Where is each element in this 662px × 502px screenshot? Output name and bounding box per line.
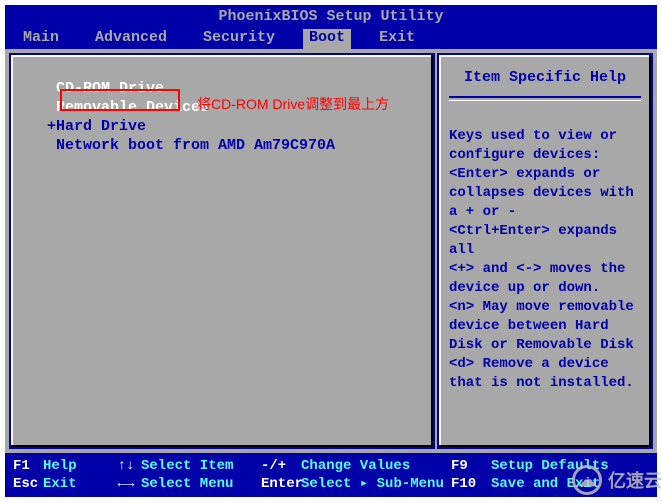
key-enter: Enter bbox=[261, 475, 301, 493]
menu-security[interactable]: Security bbox=[195, 29, 283, 49]
help-divider bbox=[449, 100, 641, 101]
key-f1: F1 bbox=[7, 457, 43, 475]
label-select-menu: Select Menu bbox=[141, 475, 261, 493]
title-text: PhoenixBIOS Setup Utility bbox=[218, 8, 443, 25]
menu-boot[interactable]: Boot bbox=[303, 29, 351, 49]
key-plusminus: -/+ bbox=[261, 457, 301, 475]
help-panel: Item Specific Help Keys used to view or … bbox=[437, 53, 653, 449]
menu-advanced[interactable]: Advanced bbox=[87, 29, 175, 49]
menu-exit[interactable]: Exit bbox=[371, 29, 423, 49]
key-f10: F10 bbox=[451, 475, 491, 493]
label-change-values: Change Values bbox=[301, 457, 451, 475]
label-help: Help bbox=[43, 457, 111, 475]
menu-bar[interactable]: Main Advanced Security Boot Exit bbox=[5, 29, 657, 49]
watermark-text: 亿速云 bbox=[608, 467, 662, 493]
footer-row-2: Esc Exit ←→ Select Menu Enter Select ▸ S… bbox=[7, 475, 655, 493]
key-esc: Esc bbox=[7, 475, 43, 493]
key-leftright: ←→ bbox=[111, 475, 141, 493]
title-bar: PhoenixBIOS Setup Utility bbox=[5, 5, 657, 29]
label-select-item: Select Item bbox=[141, 457, 261, 475]
label-select-submenu: Select ▸ Sub-Menu bbox=[301, 475, 451, 493]
menu-main[interactable]: Main bbox=[15, 29, 67, 49]
boot-item-network[interactable]: Network boot from AMD Am79C970A bbox=[47, 136, 423, 155]
watermark: ☁ 亿速云 bbox=[572, 465, 662, 495]
footer-row-1: F1 Help ↑↓ Select Item -/+ Change Values… bbox=[7, 457, 655, 475]
help-text: Keys used to view or configure devices: … bbox=[449, 127, 641, 393]
key-f9: F9 bbox=[451, 457, 491, 475]
watermark-icon: ☁ bbox=[572, 465, 602, 495]
bios-screen: PhoenixBIOS Setup Utility Main Advanced … bbox=[5, 5, 657, 497]
key-updown: ↑↓ bbox=[111, 457, 141, 475]
boot-item-harddrive[interactable]: +Hard Drive bbox=[47, 117, 423, 136]
footer-bar: F1 Help ↑↓ Select Item -/+ Change Values… bbox=[5, 453, 657, 497]
label-exit: Exit bbox=[43, 475, 111, 493]
annotation-text: 将CD-ROM Drive调整到最上方 bbox=[197, 94, 389, 114]
help-title: Item Specific Help bbox=[449, 63, 641, 98]
